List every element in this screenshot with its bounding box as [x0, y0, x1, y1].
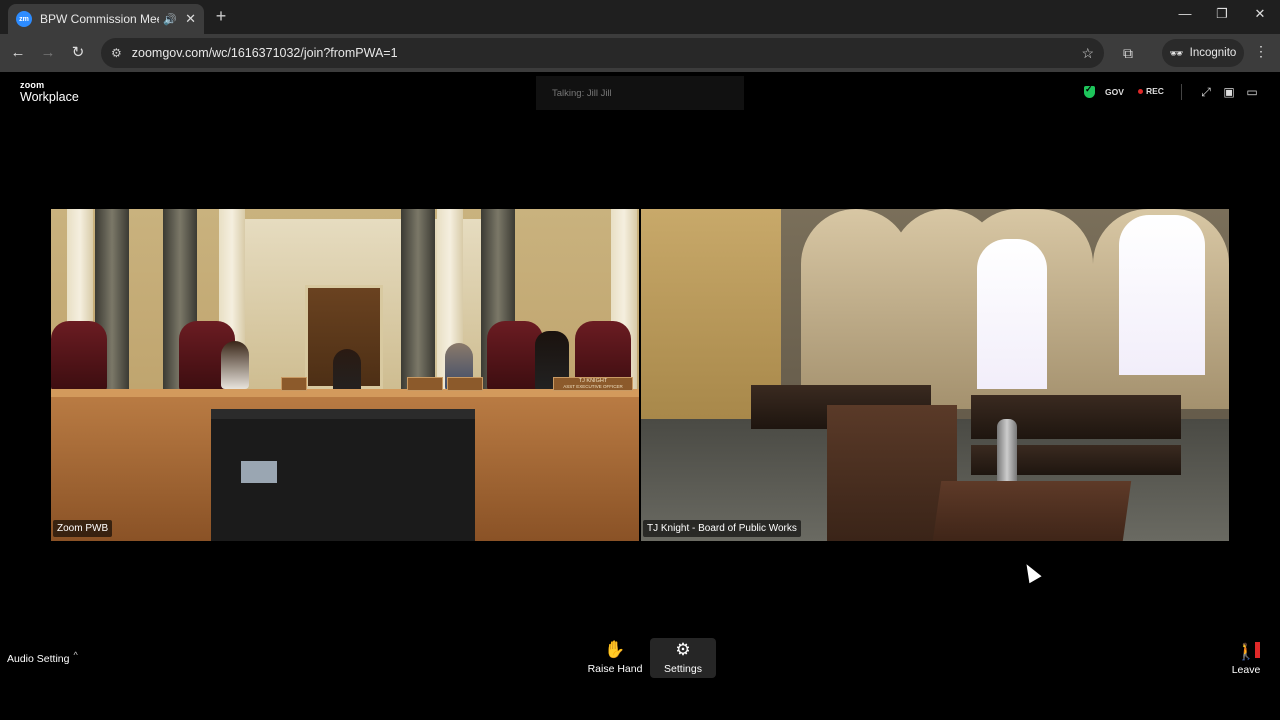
- gallery-table: [932, 481, 1132, 541]
- gov-label: GOV: [1105, 87, 1124, 97]
- fullscreen-icon[interactable]: ⤢: [1199, 85, 1213, 99]
- window-close-icon[interactable]: ✕: [1250, 6, 1270, 22]
- tab-title: BPW Commission Meeting: [40, 12, 159, 26]
- nameplate-1: [281, 377, 307, 391]
- new-tab-icon[interactable]: +: [212, 7, 230, 25]
- nameplate-3: [447, 377, 483, 391]
- restore-icon[interactable]: ❐: [1212, 6, 1232, 22]
- forward-icon[interactable]: →: [38, 43, 58, 63]
- rec-dot-icon: [1138, 88, 1143, 94]
- url-text[interactable]: zoomgov.com/wc/1616371032/join?fromPWA=1: [132, 46, 1082, 60]
- settings-label: Settings: [664, 663, 702, 675]
- browser-menu-icon[interactable]: ⋮: [1254, 43, 1268, 60]
- audio-setting-label: Audio Setting: [7, 653, 70, 665]
- raise-hand-button[interactable]: ✋ Raise Hand: [582, 638, 648, 678]
- gov-badge[interactable]: GOV: [1084, 84, 1124, 98]
- browser-tab-bar: zm BPW Commission Meeting 🔊 ✕ + — ❐ ✕: [0, 0, 1280, 34]
- rec-label: REC: [1146, 86, 1164, 96]
- cast-search-icon[interactable]: ⧉: [1118, 43, 1138, 63]
- site-info-icon[interactable]: ⚙: [111, 46, 122, 60]
- hand-icon: ✋: [604, 640, 626, 659]
- participant-name-label: Zoom PWB: [53, 520, 113, 537]
- incognito-label: Incognito: [1189, 47, 1237, 59]
- window-mode-icon[interactable]: ▭: [1245, 85, 1259, 99]
- incognito-badge[interactable]: 🕶 Incognito: [1162, 39, 1244, 67]
- address-bar[interactable]: ⚙ zoomgov.com/wc/1616371032/join?fromPWA…: [101, 38, 1104, 68]
- incognito-icon: 🕶: [1169, 47, 1184, 60]
- bookmark-star-icon[interactable]: ☆: [1081, 45, 1094, 62]
- leave-label: Leave: [1231, 664, 1261, 676]
- browser-tab-active[interactable]: zm BPW Commission Meeting 🔊 ✕: [8, 4, 204, 34]
- back-icon[interactable]: ←: [8, 43, 28, 63]
- browser-toolbar: ← → ↻ ⚙ zoomgov.com/wc/1616371032/join?f…: [0, 34, 1280, 72]
- zoom-favicon-icon: zm: [16, 11, 32, 27]
- meeting-controls: Audio Setting ^ ✋ Raise Hand ⚙ Settings …: [0, 636, 1280, 680]
- settings-button[interactable]: ⚙ Settings: [650, 638, 716, 678]
- participant-name-label: TJ Knight - Board of Public Works: [643, 520, 801, 537]
- logo-zoom-text: zoom: [20, 80, 45, 90]
- reload-icon[interactable]: ↻: [68, 43, 88, 63]
- audio-setting-button[interactable]: Audio Setting ^: [7, 650, 78, 665]
- zoom-meeting-window: zoom Workplace Talking: Jill Jill GOV RE…: [0, 72, 1280, 720]
- header-divider: [1181, 84, 1182, 100]
- nameplate-tj-knight: TJ KNIGHT ASST EXECUTIVE OFFICER: [553, 377, 633, 391]
- gear-icon: ⚙: [675, 640, 691, 659]
- nameplate-2: [407, 377, 443, 391]
- recording-indicator[interactable]: REC: [1138, 86, 1164, 96]
- tab-audio-icon[interactable]: 🔊: [163, 13, 177, 26]
- gov-shield-icon: [1084, 84, 1095, 98]
- leave-button[interactable]: 🚶 Leave: [1226, 642, 1266, 682]
- chevron-up-icon[interactable]: ^: [73, 650, 77, 660]
- talking-indicator: Talking: Jill Jill: [536, 76, 744, 110]
- minimize-icon[interactable]: —: [1175, 6, 1195, 21]
- zoom-workplace-logo: zoom Workplace: [20, 81, 79, 104]
- video-tile-zoom-pwb[interactable]: TJ KNIGHT ASST EXECUTIVE OFFICER Zoom PW…: [51, 209, 639, 541]
- raise-hand-label: Raise Hand: [587, 663, 643, 675]
- view-switch-icon[interactable]: ▣: [1222, 85, 1236, 99]
- leave-icon: 🚶: [1236, 642, 1260, 661]
- tab-close-icon[interactable]: ✕: [185, 11, 196, 27]
- logo-workplace-text: Workplace: [20, 90, 79, 104]
- video-tile-tj-knight[interactable]: TJ Knight - Board of Public Works: [641, 209, 1229, 541]
